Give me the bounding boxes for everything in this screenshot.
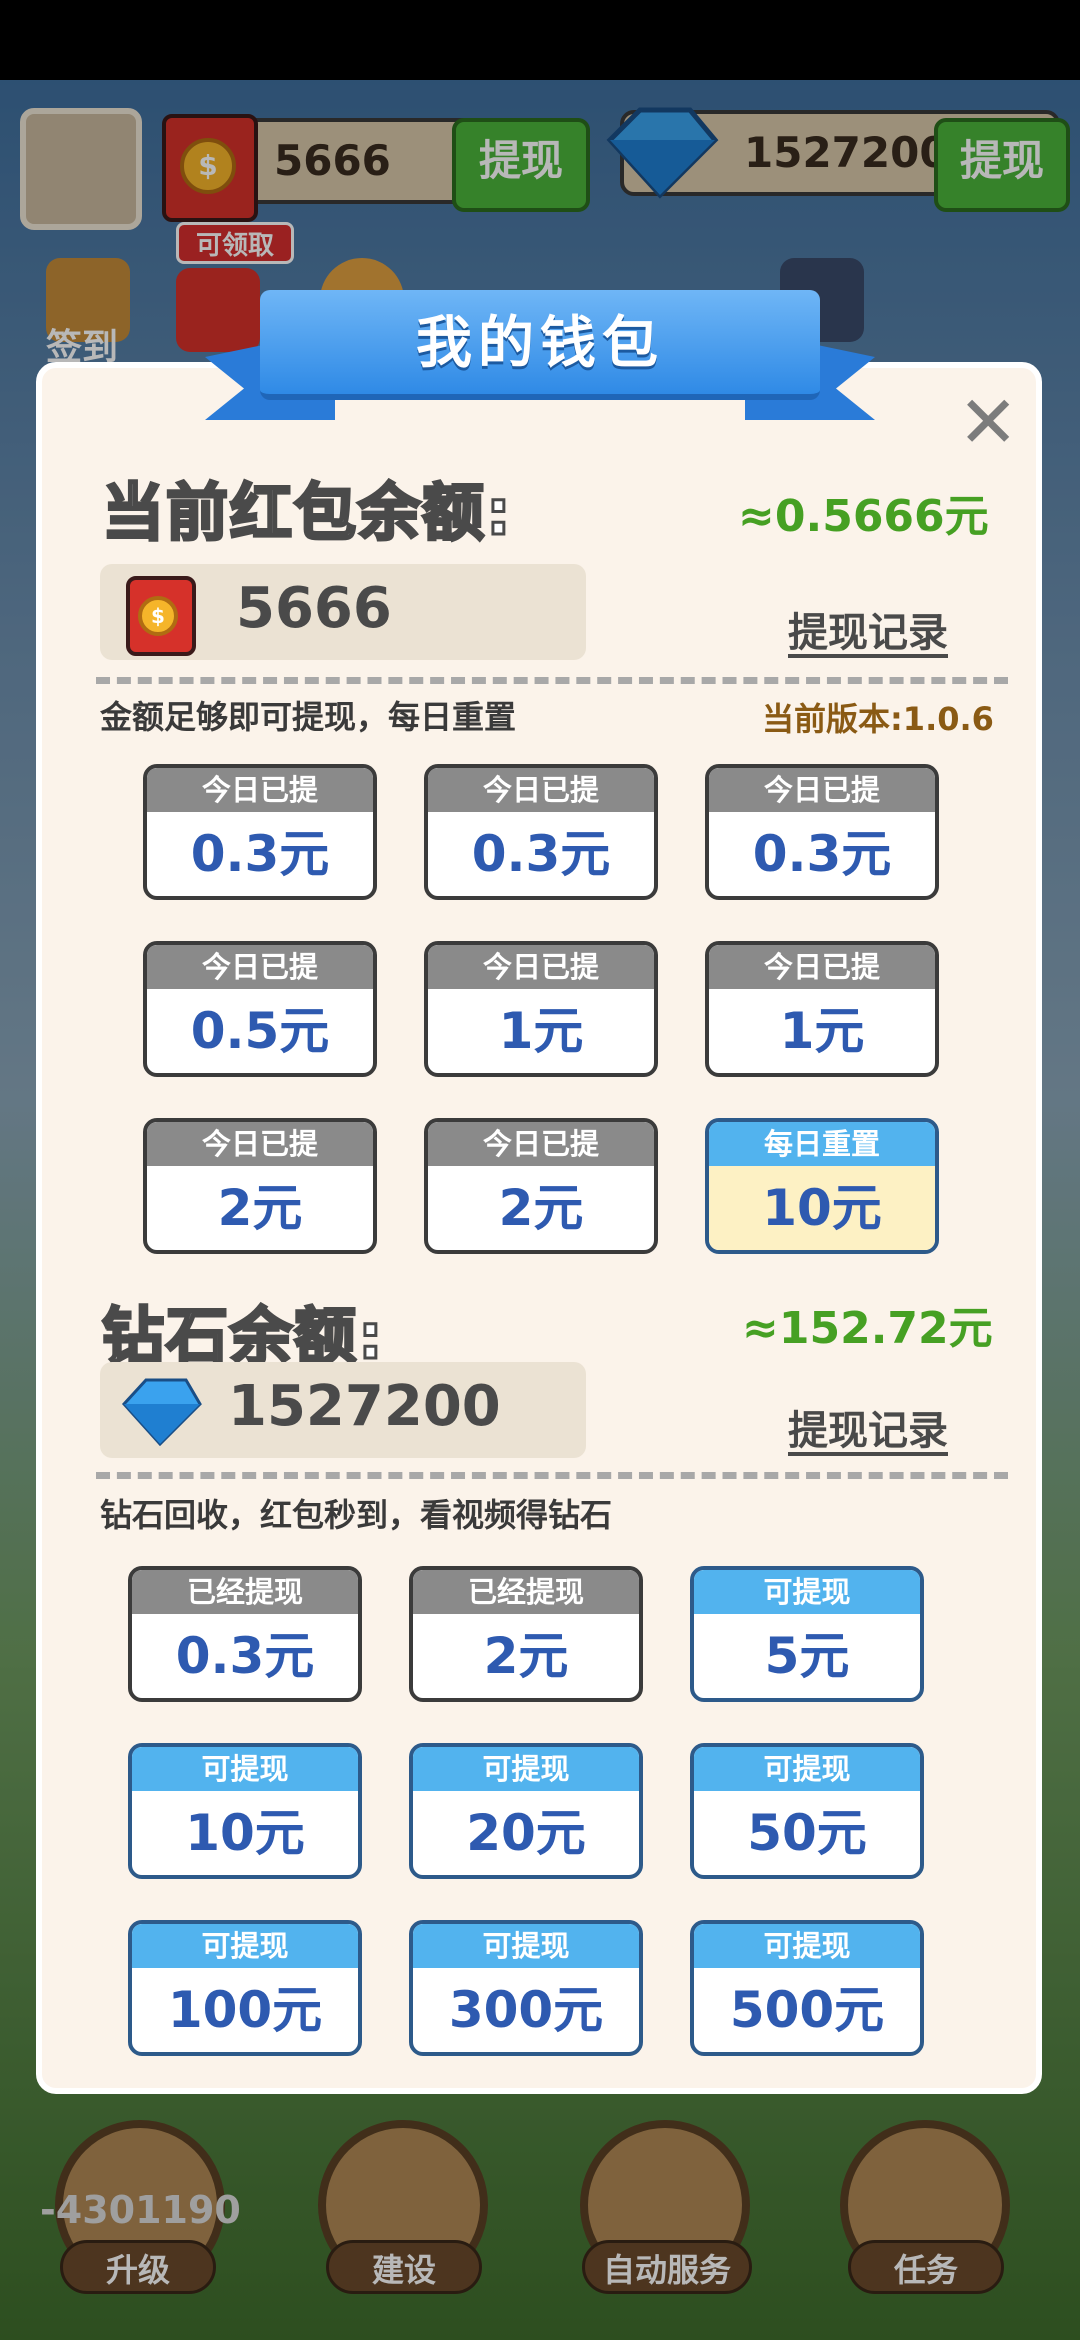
redpacket-heading: 当前红包余额: xyxy=(101,475,513,551)
tile-amount: 10元 xyxy=(709,1166,935,1250)
tile-amount: 2元 xyxy=(217,1179,303,1237)
redpacket-tier-tile[interactable]: 今日已提 2元 xyxy=(143,1118,377,1254)
diamond-tier-tile[interactable]: 可提现 500元 xyxy=(690,1920,924,2056)
tile-status: 可提现 xyxy=(694,1570,920,1614)
diamond-tier-tile[interactable]: 可提现 20元 xyxy=(409,1743,643,1879)
tile-amount: 10元 xyxy=(185,1804,305,1862)
divider xyxy=(96,677,1008,684)
tile-amount: 0.3元 xyxy=(471,825,611,883)
tile-amount: 5元 xyxy=(764,1627,850,1685)
diamond-tier-tile[interactable]: 可提现 300元 xyxy=(409,1920,643,2056)
diamond-tier-tile[interactable]: 已经提现 0.3元 xyxy=(128,1566,362,1702)
tile-status: 今日已提 xyxy=(709,768,935,812)
dialog-title: 我的钱包 xyxy=(260,290,820,400)
tile-amount: 300元 xyxy=(448,1981,604,2039)
tile-status: 今日已提 xyxy=(428,945,654,989)
tile-amount: 0.3元 xyxy=(752,825,892,883)
redpacket-note: 金额足够即可提现，每日重置 xyxy=(100,698,517,736)
redpacket-tier-tile[interactable]: 今日已提 0.3元 xyxy=(424,764,658,900)
tile-status: 可提现 xyxy=(132,1747,358,1791)
redpacket-tier-tile[interactable]: 今日已提 2元 xyxy=(424,1118,658,1254)
tile-status: 今日已提 xyxy=(147,768,373,812)
tile-amount: 20元 xyxy=(466,1804,586,1862)
tile-status: 今日已提 xyxy=(428,1122,654,1166)
close-icon[interactable]: ✕ xyxy=(958,386,1018,458)
tile-amount: 1元 xyxy=(498,1002,584,1060)
diamond-approx: ≈152.72元 xyxy=(742,1303,993,1354)
tile-amount: 0.3元 xyxy=(175,1627,315,1685)
tile-status: 可提现 xyxy=(413,1747,639,1791)
redpacket-tier-tile[interactable]: 今日已提 1元 xyxy=(424,941,658,1077)
diamond-record-link[interactable]: 提现记录 xyxy=(788,1398,948,1456)
tile-status: 可提现 xyxy=(132,1924,358,1968)
tile-status: 今日已提 xyxy=(709,945,935,989)
tile-amount: 0.5元 xyxy=(190,1002,330,1060)
tile-amount: 500元 xyxy=(729,1981,885,2039)
version-label: 当前版本:1.0.6 xyxy=(762,700,994,738)
tile-amount: 2元 xyxy=(498,1179,584,1237)
divider xyxy=(96,1472,1008,1479)
tile-status: 每日重置 xyxy=(709,1122,935,1166)
tile-status: 今日已提 xyxy=(147,1122,373,1166)
diamond-tier-tile[interactable]: 可提现 100元 xyxy=(128,1920,362,2056)
redpacket-balance-value: 5666 xyxy=(236,576,392,641)
tile-status: 今日已提 xyxy=(147,945,373,989)
diamond-balance-value: 1527200 xyxy=(228,1374,501,1439)
tile-status: 可提现 xyxy=(694,1924,920,1968)
redpacket-approx: ≈0.5666元 xyxy=(738,491,989,542)
red-packet-icon: $ xyxy=(126,576,196,656)
redpacket-record-link[interactable]: 提现记录 xyxy=(788,600,948,658)
redpacket-balance-box: $ 5666 xyxy=(100,564,586,660)
redpacket-tier-tile[interactable]: 今日已提 0.3元 xyxy=(705,764,939,900)
diamond-balance-box: 1527200 xyxy=(100,1362,586,1458)
redpacket-tier-tile[interactable]: 今日已提 0.3元 xyxy=(143,764,377,900)
tile-amount: 100元 xyxy=(167,1981,323,2039)
tile-status: 可提现 xyxy=(413,1924,639,1968)
redpacket-tier-tile[interactable]: 今日已提 0.5元 xyxy=(143,941,377,1077)
tile-amount: 50元 xyxy=(747,1804,867,1862)
tile-status: 可提现 xyxy=(694,1747,920,1791)
redpacket-tier-tile[interactable]: 每日重置 10元 xyxy=(705,1118,939,1254)
diamond-tier-tile[interactable]: 可提现 10元 xyxy=(128,1743,362,1879)
diamond-tier-tile[interactable]: 可提现 5元 xyxy=(690,1566,924,1702)
tile-amount: 0.3元 xyxy=(190,825,330,883)
tile-status: 已经提现 xyxy=(132,1570,358,1614)
diamond-icon xyxy=(121,1378,202,1446)
diamond-tier-tile[interactable]: 已经提现 2元 xyxy=(409,1566,643,1702)
diamond-tier-tile[interactable]: 可提现 50元 xyxy=(690,1743,924,1879)
tile-amount: 2元 xyxy=(483,1627,569,1685)
tile-status: 已经提现 xyxy=(413,1570,639,1614)
tile-amount: 1元 xyxy=(779,1002,865,1060)
redpacket-tier-tile[interactable]: 今日已提 1元 xyxy=(705,941,939,1077)
diamond-note: 钻石回收，红包秒到，看视频得钻石 xyxy=(100,1496,613,1534)
tile-status: 今日已提 xyxy=(428,768,654,812)
